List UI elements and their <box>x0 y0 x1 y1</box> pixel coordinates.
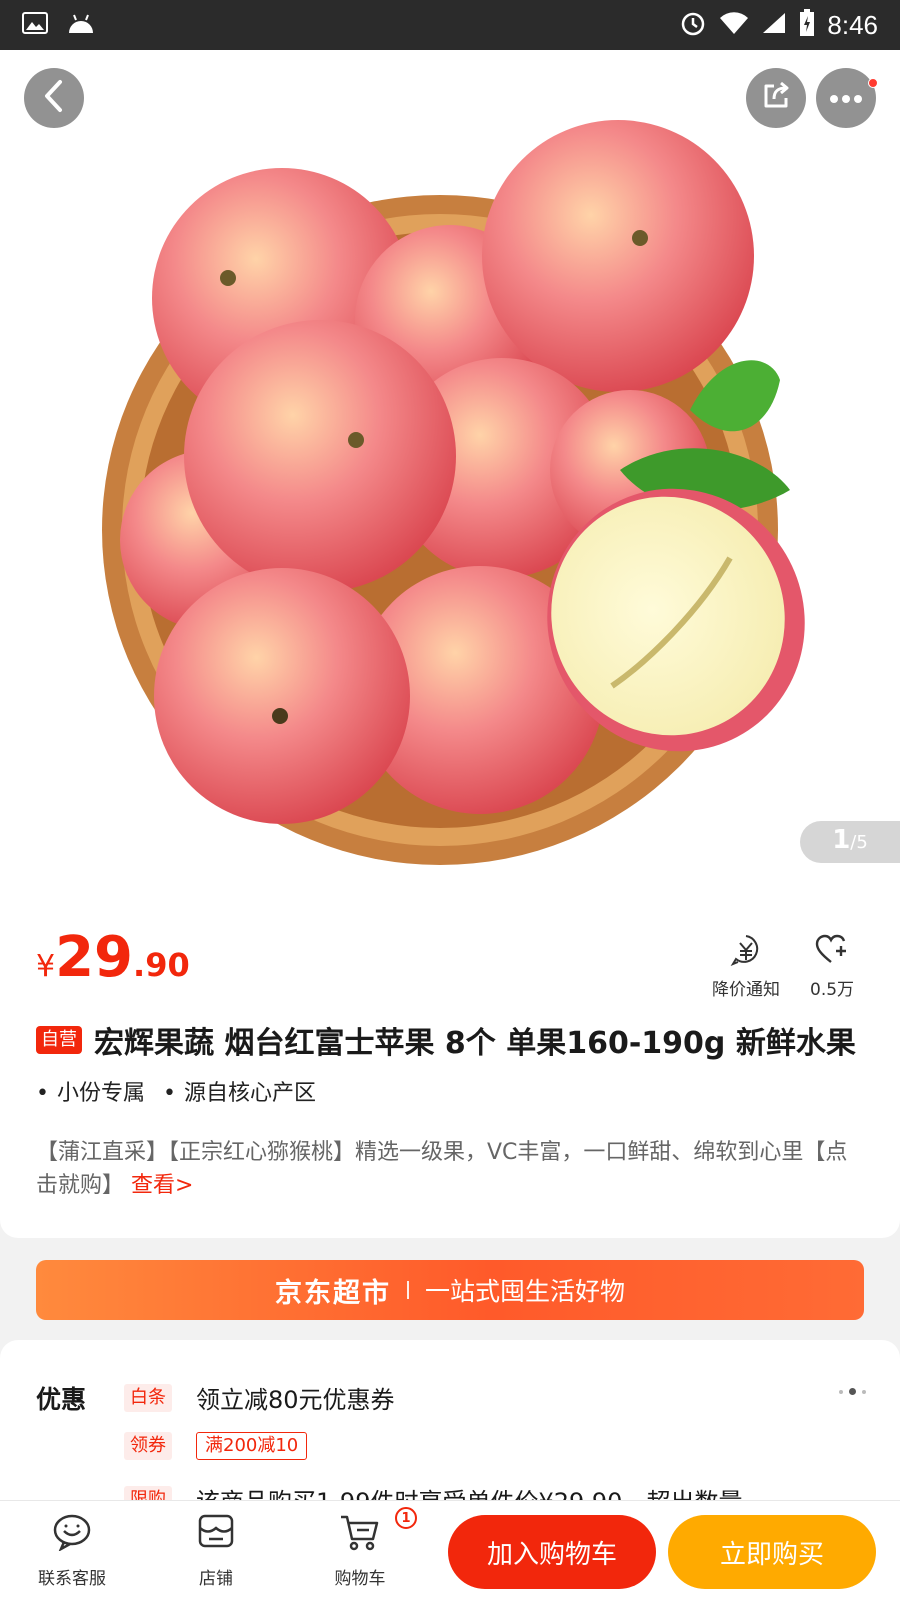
wifi-icon <box>719 11 749 39</box>
title-row: 自营 宏辉果蔬 烟台红富士苹果 8个 单果160-190g 新鲜水果 <box>36 1018 864 1062</box>
product-image-gallery[interactable]: 1 /5 <box>0 50 900 900</box>
product-photo <box>102 120 805 865</box>
price-alert-label: 降价通知 <box>712 980 780 1000</box>
jd-supermarket-banner[interactable]: 京东超市 一站式囤生活好物 <box>36 1260 864 1320</box>
promo-tag: 领券 <box>124 1432 172 1460</box>
price-integer: 29 <box>55 925 134 990</box>
heart-add-icon <box>815 934 849 971</box>
product-tags: 小份专属 源自核心产区 <box>36 1075 316 1107</box>
promotions-label: 优惠 <box>36 1385 87 1414</box>
product-tag: 源自核心产区 <box>163 1075 316 1107</box>
cart-count-badge: 1 <box>395 1507 417 1529</box>
bottom-action-bar: 联系客服 店铺 1 购物车 加入购物车 立即购买 <box>0 1500 900 1600</box>
promo-row-coupon: 领券 满200减10 <box>124 1432 308 1460</box>
more-button[interactable] <box>816 68 878 128</box>
gallery-counter: 1 /5 <box>800 821 900 863</box>
price-alert-button[interactable]: 降价通知 <box>712 934 780 1000</box>
buy-now-button[interactable]: 立即购买 <box>668 1515 876 1589</box>
share-button[interactable] <box>746 68 806 128</box>
store-button[interactable]: 店铺 <box>166 1513 266 1589</box>
add-to-cart-button[interactable]: 加入购物车 <box>448 1515 656 1589</box>
self-operated-badge: 自营 <box>36 1026 82 1054</box>
cart-button[interactable]: 1 购物车 <box>310 1507 417 1589</box>
promo-row-baitiao: 白条 领立减80元优惠券 <box>124 1380 395 1415</box>
promo-tag: 白条 <box>124 1383 172 1412</box>
favorites-count: 0.5万 <box>810 980 855 1000</box>
promo-text: 领立减80元优惠券 <box>196 1386 395 1414</box>
signal-icon <box>761 11 787 39</box>
price-alert-icon <box>730 934 762 971</box>
product-tag: 小份专属 <box>36 1075 145 1107</box>
favorite-button[interactable]: 0.5万 <box>810 934 854 1000</box>
customer-service-label: 联系客服 <box>38 1569 106 1589</box>
price-currency: ¥ <box>36 949 56 984</box>
chevron-left-icon <box>42 79 66 117</box>
promotions-card[interactable]: 优惠 白条 领立减80元优惠券 领券 满200减10 限购 该商品购买1-99件… <box>0 1340 900 1500</box>
product-description: 【蒲江直采】【正宗红心猕猴桃】精选一级果，VC丰富，一口鲜甜、绵软到心里【点击就… <box>36 1136 868 1202</box>
status-bar: 8:46 <box>0 0 900 50</box>
gallery-current: 1 <box>832 825 851 855</box>
product-info-card: ¥ 29 .90 降价通知 0.5万 自营 宏辉果蔬 烟台红富士苹果 8个 单果… <box>0 900 900 1238</box>
chat-bubble-icon <box>52 1513 92 1556</box>
notification-dot <box>868 78 878 88</box>
cart-label: 购物车 <box>334 1569 386 1589</box>
battery-charging-icon <box>799 9 815 41</box>
banner-divider <box>406 1281 409 1299</box>
customer-service-button[interactable]: 联系客服 <box>22 1513 122 1589</box>
android-icon <box>66 11 96 39</box>
banner-brand: 京东超市 <box>274 1277 391 1309</box>
back-button[interactable] <box>24 68 84 128</box>
store-label: 店铺 <box>199 1569 233 1589</box>
cart-icon: 1 <box>339 1507 417 1556</box>
share-icon <box>760 80 792 116</box>
gallery-total: /5 <box>850 832 868 853</box>
price-decimal: .90 <box>133 946 190 984</box>
promo-row-limit: 限购 该商品购买1-99件时享受单件价¥29.90，超出数量 <box>124 1482 742 1500</box>
alarm-icon <box>679 9 707 41</box>
price: ¥ 29 .90 <box>36 930 190 986</box>
more-dots-icon <box>829 89 863 108</box>
coupon-chip[interactable]: 满200减10 <box>196 1432 308 1460</box>
view-more-link[interactable]: 查看> <box>131 1173 193 1198</box>
store-icon <box>197 1513 235 1556</box>
image-icon <box>22 12 48 38</box>
more-dots-icon[interactable] <box>839 1388 866 1395</box>
promo-text: 该商品购买1-99件时享受单件价¥29.90，超出数量 <box>196 1482 742 1500</box>
product-title: 宏辉果蔬 烟台红富士苹果 8个 单果160-190g 新鲜水果 <box>94 1026 856 1061</box>
banner-slogan: 一站式囤生活好物 <box>424 1277 625 1306</box>
clock-time: 8:46 <box>827 9 878 40</box>
promo-tag: 限购 <box>124 1485 172 1500</box>
